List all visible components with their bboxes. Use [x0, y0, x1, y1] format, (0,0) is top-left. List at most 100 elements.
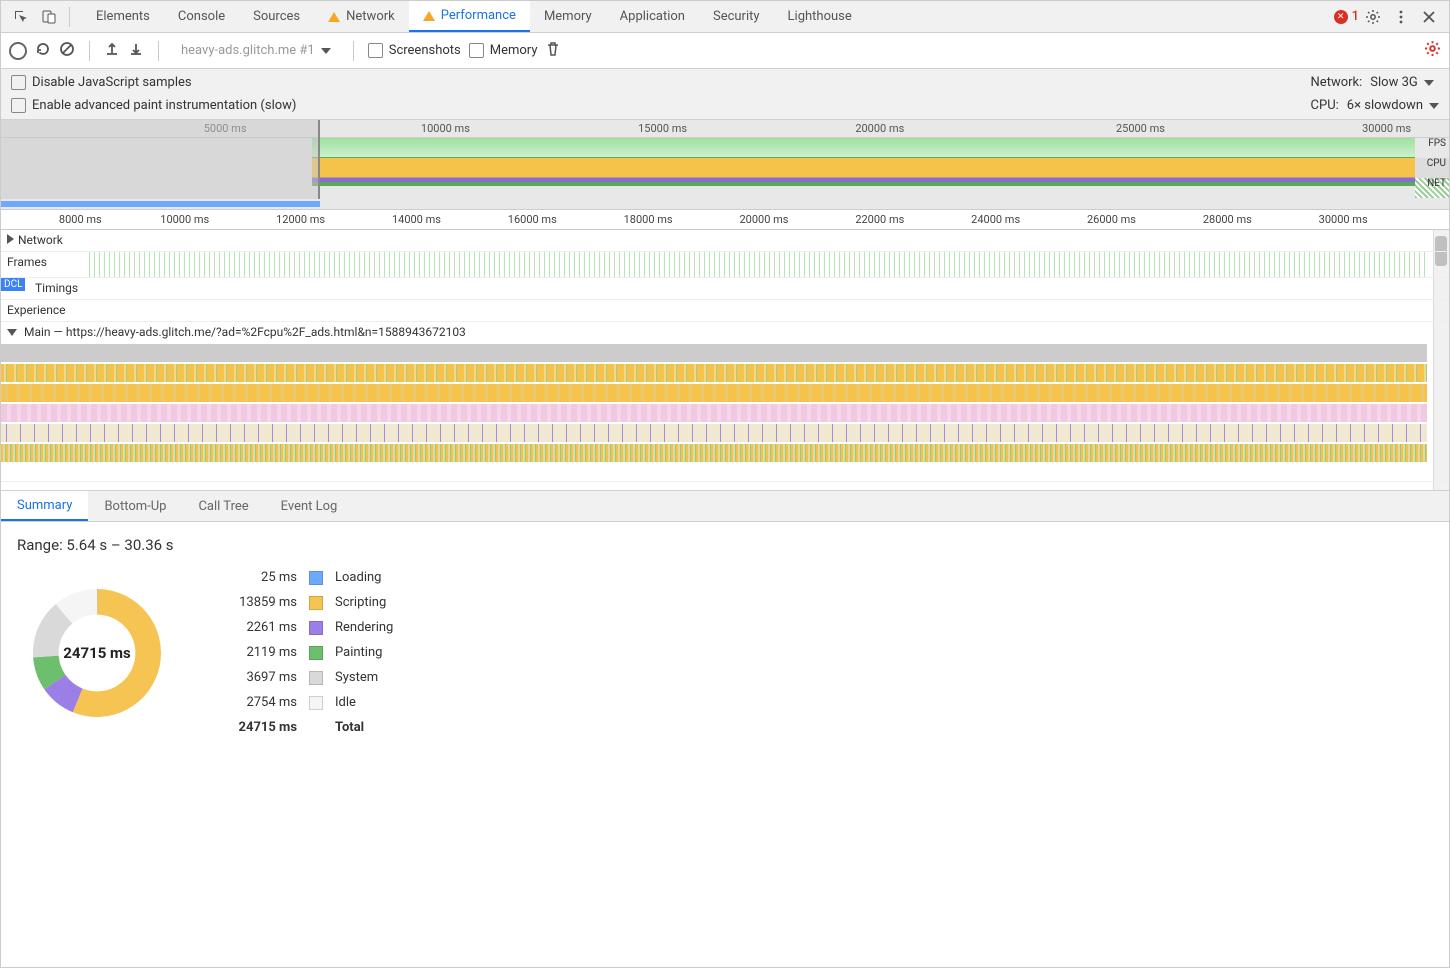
memory-checkbox[interactable]: Memory	[469, 43, 538, 58]
main-thread-track[interactable]: Main — https://heavy-ads.glitch.me/?ad=%…	[1, 322, 1449, 482]
ruler-tick: 8000 ms	[59, 213, 102, 226]
range-label: Range: 5.64 s – 30.36 s	[17, 536, 1433, 554]
details-tab-summary[interactable]: Summary	[1, 491, 88, 521]
legend-swatch	[309, 671, 323, 685]
ruler-tick: 30000 ms	[1319, 213, 1368, 226]
ruler-tick: 22000 ms	[855, 213, 904, 226]
overview-side-labels: FPS CPU NET	[1415, 138, 1449, 198]
close-icon[interactable]	[1415, 3, 1443, 31]
load-profile-icon[interactable]	[104, 41, 120, 61]
ruler-tick: 18000 ms	[624, 213, 673, 226]
ruler-tick: 25000 ms	[1116, 122, 1165, 135]
ruler-tick: 28000 ms	[1203, 213, 1252, 226]
checkbox-icon	[11, 75, 26, 90]
tab-elements[interactable]: Elements	[82, 1, 164, 32]
ruler-tick: 24000 ms	[971, 213, 1020, 226]
tracks-container: Network Frames DCL Timings Experience Ma…	[1, 230, 1449, 490]
tab-network[interactable]: Network	[314, 1, 409, 32]
collapse-icon[interactable]	[7, 329, 17, 336]
timings-track[interactable]: DCL Timings	[1, 278, 1449, 300]
trash-icon[interactable]	[545, 41, 561, 61]
reload-icon[interactable]	[35, 41, 51, 61]
tab-console[interactable]: Console	[164, 1, 239, 32]
flame-row[interactable]	[1, 384, 1427, 402]
error-icon	[1334, 10, 1348, 24]
screenshots-checkbox[interactable]: Screenshots	[368, 43, 461, 58]
legend-ms: 13859 ms	[217, 595, 297, 610]
inspect-icon[interactable]	[7, 3, 35, 31]
details-tab-call-tree[interactable]: Call Tree	[182, 491, 264, 521]
legend-ms: 2261 ms	[217, 620, 297, 635]
fps-chart	[312, 138, 1415, 158]
expand-icon[interactable]	[7, 234, 14, 244]
cpu-throttle-select[interactable]: 6× slowdown	[1347, 98, 1439, 113]
ruler-tick: 30000 ms	[1362, 122, 1411, 135]
summary-panel: Range: 5.64 s – 30.36 s 24715 ms 25 msLo…	[1, 522, 1449, 749]
tab-lighthouse[interactable]: Lighthouse	[774, 1, 866, 32]
legend-label: Idle	[335, 695, 393, 710]
panel-tabs: ElementsConsoleSourcesNetworkPerformance…	[82, 1, 866, 32]
details-tab-bottom-up[interactable]: Bottom-Up	[88, 491, 182, 521]
summary-legend: 25 msLoading13859 msScripting2261 msRend…	[217, 570, 393, 735]
frames-track[interactable]: Frames	[1, 252, 1449, 278]
flame-ruler[interactable]: 8000 ms10000 ms12000 ms14000 ms16000 ms1…	[1, 210, 1449, 230]
ruler-tick: 12000 ms	[276, 213, 325, 226]
ruler-tick: 10000 ms	[160, 213, 209, 226]
checkbox-icon	[11, 98, 26, 113]
legend-swatch	[309, 646, 323, 660]
overview-timeline[interactable]: 5000 ms10000 ms15000 ms20000 ms25000 ms3…	[1, 120, 1449, 210]
flame-row[interactable]	[1, 364, 1427, 382]
donut-total: 24715 ms	[63, 644, 130, 662]
checkbox-icon	[368, 43, 383, 58]
chevron-down-icon	[321, 48, 331, 54]
legend-label: Loading	[335, 570, 393, 585]
ruler-tick: 15000 ms	[638, 122, 687, 135]
network-throttle-select[interactable]: Slow 3G	[1370, 75, 1433, 90]
legend-ms: 2754 ms	[217, 695, 297, 710]
capture-settings-gear-icon[interactable]	[1424, 40, 1441, 61]
warning-icon	[423, 11, 435, 21]
details-tab-event-log[interactable]: Event Log	[265, 491, 354, 521]
network-label: Network:	[1311, 75, 1363, 90]
tab-application[interactable]: Application	[606, 1, 699, 32]
tab-performance[interactable]: Performance	[409, 1, 530, 32]
main-thread-url: https://heavy-ads.glitch.me/?ad=%2Fcpu%2…	[66, 325, 466, 339]
device-toggle-icon[interactable]	[35, 3, 63, 31]
paint-instrumentation-checkbox[interactable]: Enable advanced paint instrumentation (s…	[11, 98, 296, 113]
overview-selection[interactable]	[1, 120, 320, 199]
legend-swatch	[309, 696, 323, 710]
ruler-tick: 20000 ms	[855, 122, 904, 135]
legend-label: System	[335, 670, 393, 685]
disable-js-checkbox[interactable]: Disable JavaScript samples	[11, 75, 296, 90]
save-profile-icon[interactable]	[128, 41, 144, 61]
recording-select[interactable]: heavy-ads.glitch.me #1	[173, 43, 339, 58]
recording-label: heavy-ads.glitch.me #1	[181, 43, 315, 58]
flame-row[interactable]	[1, 424, 1427, 442]
separator	[69, 7, 70, 27]
ruler-tick: 14000 ms	[392, 213, 441, 226]
legend-ms: 2119 ms	[217, 645, 297, 660]
legend-swatch	[309, 571, 323, 585]
experience-track[interactable]: Experience	[1, 300, 1449, 322]
ruler-tick: 26000 ms	[1087, 213, 1136, 226]
error-badge[interactable]: 1	[1334, 9, 1359, 24]
flame-row[interactable]	[1, 444, 1427, 462]
summary-donut-chart: 24715 ms	[17, 573, 177, 733]
clear-icon[interactable]	[59, 41, 75, 61]
flame-row[interactable]	[1, 404, 1427, 422]
tab-memory[interactable]: Memory	[530, 1, 606, 32]
tab-sources[interactable]: Sources	[239, 1, 314, 32]
tab-security[interactable]: Security	[699, 1, 774, 32]
network-track[interactable]: Network	[1, 230, 1449, 252]
legend-label: Scripting	[335, 595, 393, 610]
overview-net-strip	[1, 201, 320, 207]
flame-row[interactable]	[1, 344, 1427, 362]
cpu-chart	[312, 158, 1415, 186]
ruler-tick: 10000 ms	[421, 122, 470, 135]
dcl-marker: DCL	[1, 278, 25, 291]
chevron-down-icon	[1424, 80, 1434, 86]
more-icon[interactable]	[1387, 3, 1415, 31]
error-count: 1	[1352, 9, 1359, 24]
settings-gear-icon[interactable]	[1359, 3, 1387, 31]
record-button[interactable]	[9, 42, 27, 60]
